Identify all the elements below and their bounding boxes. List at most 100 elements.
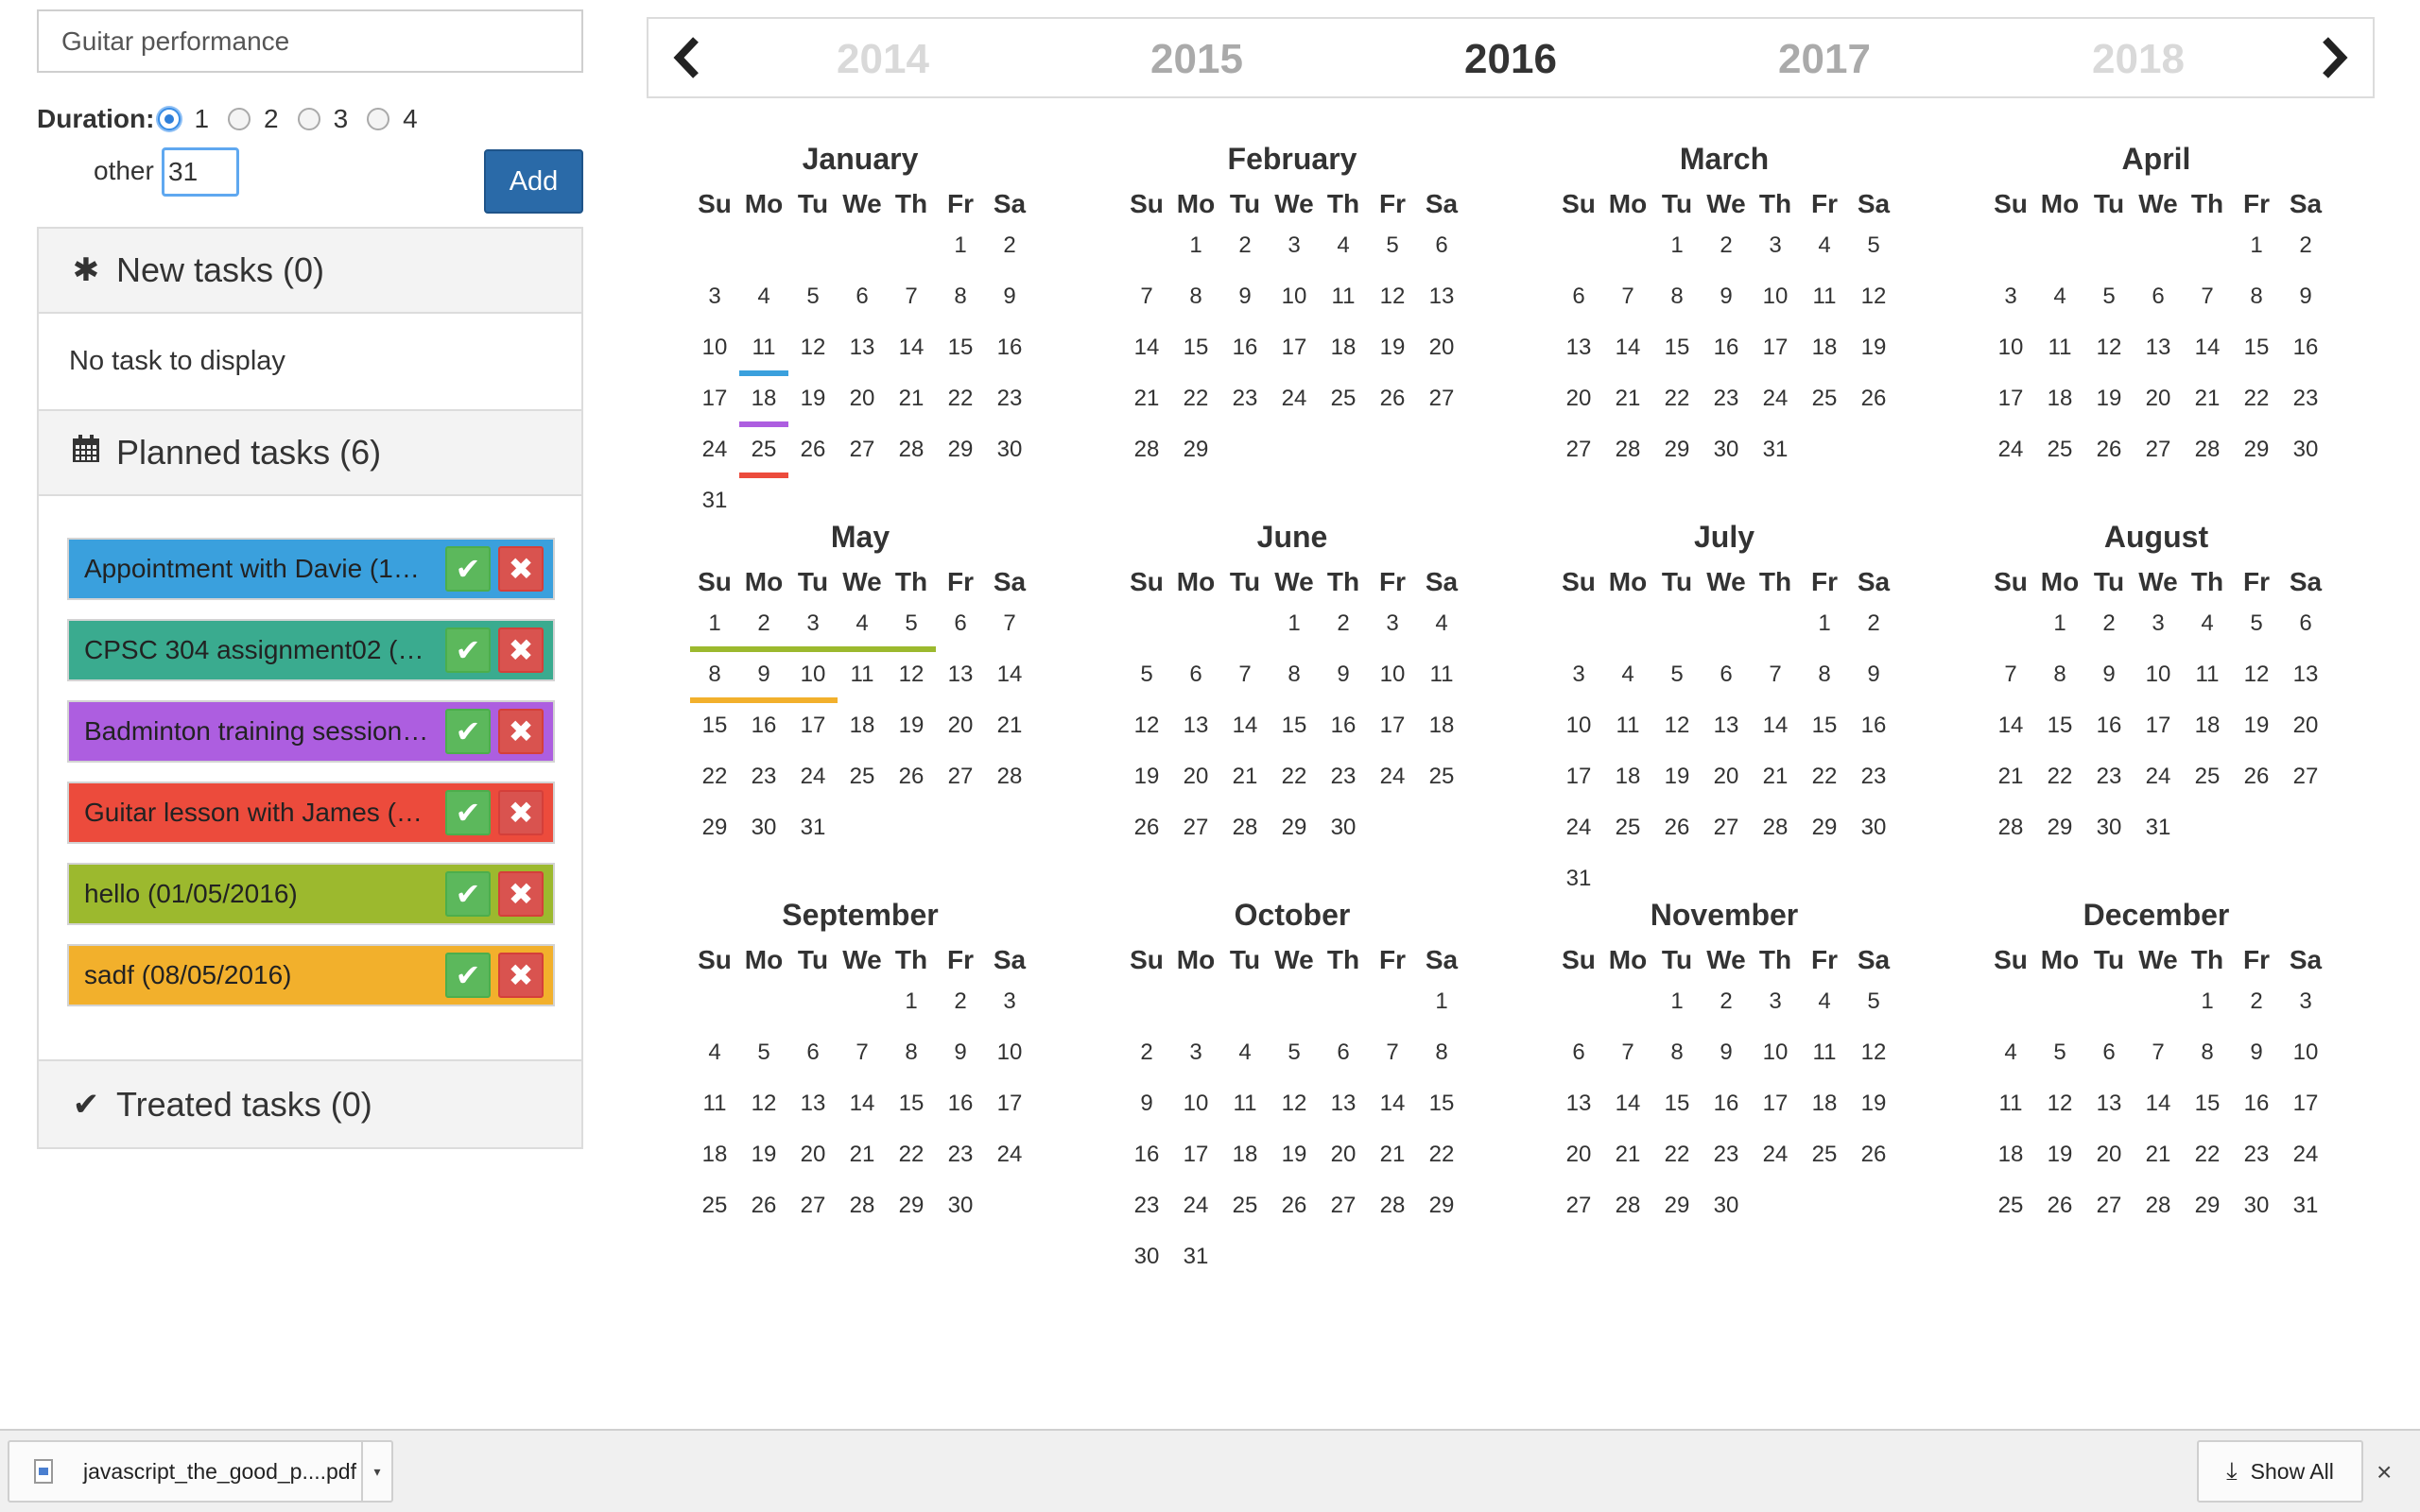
day-cell[interactable]: 20 bbox=[2281, 707, 2330, 758]
day-cell[interactable]: 29 bbox=[1417, 1187, 1466, 1238]
day-cell[interactable]: 11 bbox=[838, 656, 887, 707]
day-cell[interactable]: 6 bbox=[2134, 278, 2183, 329]
day-cell[interactable]: 20 bbox=[2134, 380, 2183, 431]
close-download-bar-icon[interactable]: × bbox=[2377, 1457, 2392, 1487]
day-cell[interactable]: 6 bbox=[936, 605, 985, 656]
day-cell[interactable]: 2 bbox=[1702, 227, 1751, 278]
day-cell[interactable]: 2 bbox=[1220, 227, 1270, 278]
day-cell[interactable]: 26 bbox=[1849, 1136, 1898, 1187]
day-cell[interactable]: 26 bbox=[739, 1187, 788, 1238]
day-cell[interactable]: 2 bbox=[2084, 605, 2134, 656]
day-cell[interactable]: 24 bbox=[1171, 1187, 1220, 1238]
day-cell[interactable]: 10 bbox=[2281, 1034, 2330, 1085]
day-cell[interactable]: 22 bbox=[2183, 1136, 2232, 1187]
day-cell[interactable]: 5 bbox=[1122, 656, 1171, 707]
day-cell[interactable]: 30 bbox=[936, 1187, 985, 1238]
day-cell[interactable]: 9 bbox=[739, 656, 788, 707]
day-cell[interactable]: 15 bbox=[2232, 329, 2281, 380]
day-cell[interactable]: 21 bbox=[2183, 380, 2232, 431]
day-cell[interactable]: 2 bbox=[1702, 983, 1751, 1034]
day-cell[interactable]: 30 bbox=[1849, 809, 1898, 860]
day-cell[interactable]: 26 bbox=[887, 758, 936, 809]
day-cell[interactable]: 21 bbox=[887, 380, 936, 431]
day-cell[interactable]: 24 bbox=[1368, 758, 1417, 809]
close-icon[interactable]: ✖ bbox=[498, 871, 544, 917]
day-cell[interactable]: 15 bbox=[690, 707, 739, 758]
day-cell[interactable]: 27 bbox=[2084, 1187, 2134, 1238]
duration-radio-3[interactable] bbox=[297, 108, 320, 130]
day-cell[interactable]: 28 bbox=[887, 431, 936, 482]
day-cell[interactable]: 12 bbox=[1122, 707, 1171, 758]
day-cell[interactable]: 2 bbox=[936, 983, 985, 1034]
day-cell[interactable]: 15 bbox=[887, 1085, 936, 1136]
year-2016[interactable]: 2016 bbox=[1416, 36, 1605, 83]
day-cell[interactable]: 25 bbox=[1800, 380, 1849, 431]
day-cell[interactable]: 8 bbox=[2183, 1034, 2232, 1085]
day-cell[interactable]: 13 bbox=[2084, 1085, 2134, 1136]
day-cell[interactable]: 20 bbox=[2084, 1136, 2134, 1187]
day-cell[interactable]: 26 bbox=[1270, 1187, 1319, 1238]
day-cell[interactable]: 22 bbox=[2232, 380, 2281, 431]
day-cell[interactable]: 17 bbox=[985, 1085, 1034, 1136]
day-cell[interactable]: 3 bbox=[1986, 278, 2035, 329]
day-cell[interactable]: 14 bbox=[1986, 707, 2035, 758]
day-cell[interactable]: 22 bbox=[1270, 758, 1319, 809]
day-cell[interactable]: 7 bbox=[1220, 656, 1270, 707]
year-2014[interactable]: 2014 bbox=[788, 36, 977, 83]
day-cell[interactable]: 16 bbox=[1220, 329, 1270, 380]
day-cell[interactable]: 12 bbox=[739, 1085, 788, 1136]
day-cell[interactable]: 11 bbox=[1800, 1034, 1849, 1085]
day-cell[interactable]: 11 bbox=[1603, 707, 1652, 758]
day-cell[interactable]: 29 bbox=[1270, 809, 1319, 860]
day-cell[interactable]: 16 bbox=[1849, 707, 1898, 758]
day-cell[interactable]: 27 bbox=[1554, 431, 1603, 482]
day-cell[interactable]: 28 bbox=[985, 758, 1034, 809]
task-item[interactable]: Appointment with Davie (1… ✔ ✖ bbox=[67, 538, 555, 600]
day-cell[interactable]: 25 bbox=[838, 758, 887, 809]
day-cell[interactable]: 5 bbox=[739, 1034, 788, 1085]
day-cell[interactable]: 8 bbox=[936, 278, 985, 329]
day-cell[interactable]: 28 bbox=[838, 1187, 887, 1238]
day-cell[interactable]: 19 bbox=[1849, 329, 1898, 380]
day-cell[interactable]: 16 bbox=[1702, 329, 1751, 380]
day-cell[interactable]: 10 bbox=[985, 1034, 1034, 1085]
year-2017[interactable]: 2017 bbox=[1730, 36, 1919, 83]
day-cell[interactable]: 14 bbox=[2183, 329, 2232, 380]
day-cell[interactable]: 27 bbox=[1417, 380, 1466, 431]
day-cell[interactable]: 19 bbox=[1122, 758, 1171, 809]
day-cell[interactable]: 21 bbox=[1220, 758, 1270, 809]
day-cell[interactable]: 17 bbox=[1986, 380, 2035, 431]
day-cell[interactable]: 19 bbox=[2084, 380, 2134, 431]
day-cell[interactable]: 12 bbox=[2035, 1085, 2084, 1136]
day-cell[interactable]: 9 bbox=[1702, 278, 1751, 329]
day-cell[interactable]: 18 bbox=[739, 380, 788, 431]
duration-radio-1[interactable] bbox=[158, 108, 182, 130]
day-cell[interactable]: 22 bbox=[1171, 380, 1220, 431]
day-cell[interactable]: 30 bbox=[1702, 431, 1751, 482]
day-cell[interactable]: 23 bbox=[739, 758, 788, 809]
day-cell[interactable]: 11 bbox=[1800, 278, 1849, 329]
day-cell[interactable]: 16 bbox=[1122, 1136, 1171, 1187]
day-cell[interactable]: 24 bbox=[2134, 758, 2183, 809]
day-cell[interactable]: 21 bbox=[1122, 380, 1171, 431]
day-cell[interactable]: 17 bbox=[2281, 1085, 2330, 1136]
day-cell[interactable]: 25 bbox=[1417, 758, 1466, 809]
day-cell[interactable]: 19 bbox=[887, 707, 936, 758]
day-cell[interactable]: 15 bbox=[2183, 1085, 2232, 1136]
day-cell[interactable]: 22 bbox=[1417, 1136, 1466, 1187]
day-cell[interactable]: 13 bbox=[1171, 707, 1220, 758]
day-cell[interactable]: 25 bbox=[739, 431, 788, 482]
day-cell[interactable]: 19 bbox=[1652, 758, 1702, 809]
day-cell[interactable]: 9 bbox=[2232, 1034, 2281, 1085]
day-cell[interactable]: 5 bbox=[1849, 227, 1898, 278]
day-cell[interactable]: 3 bbox=[1368, 605, 1417, 656]
task-item[interactable]: sadf (08/05/2016) ✔ ✖ bbox=[67, 944, 555, 1006]
day-cell[interactable]: 8 bbox=[1270, 656, 1319, 707]
day-cell[interactable]: 2 bbox=[1849, 605, 1898, 656]
day-cell[interactable]: 22 bbox=[1652, 1136, 1702, 1187]
day-cell[interactable]: 4 bbox=[2183, 605, 2232, 656]
year-2018[interactable]: 2018 bbox=[2044, 36, 2233, 83]
day-cell[interactable]: 24 bbox=[1554, 809, 1603, 860]
day-cell[interactable]: 1 bbox=[2035, 605, 2084, 656]
day-cell[interactable]: 18 bbox=[1220, 1136, 1270, 1187]
